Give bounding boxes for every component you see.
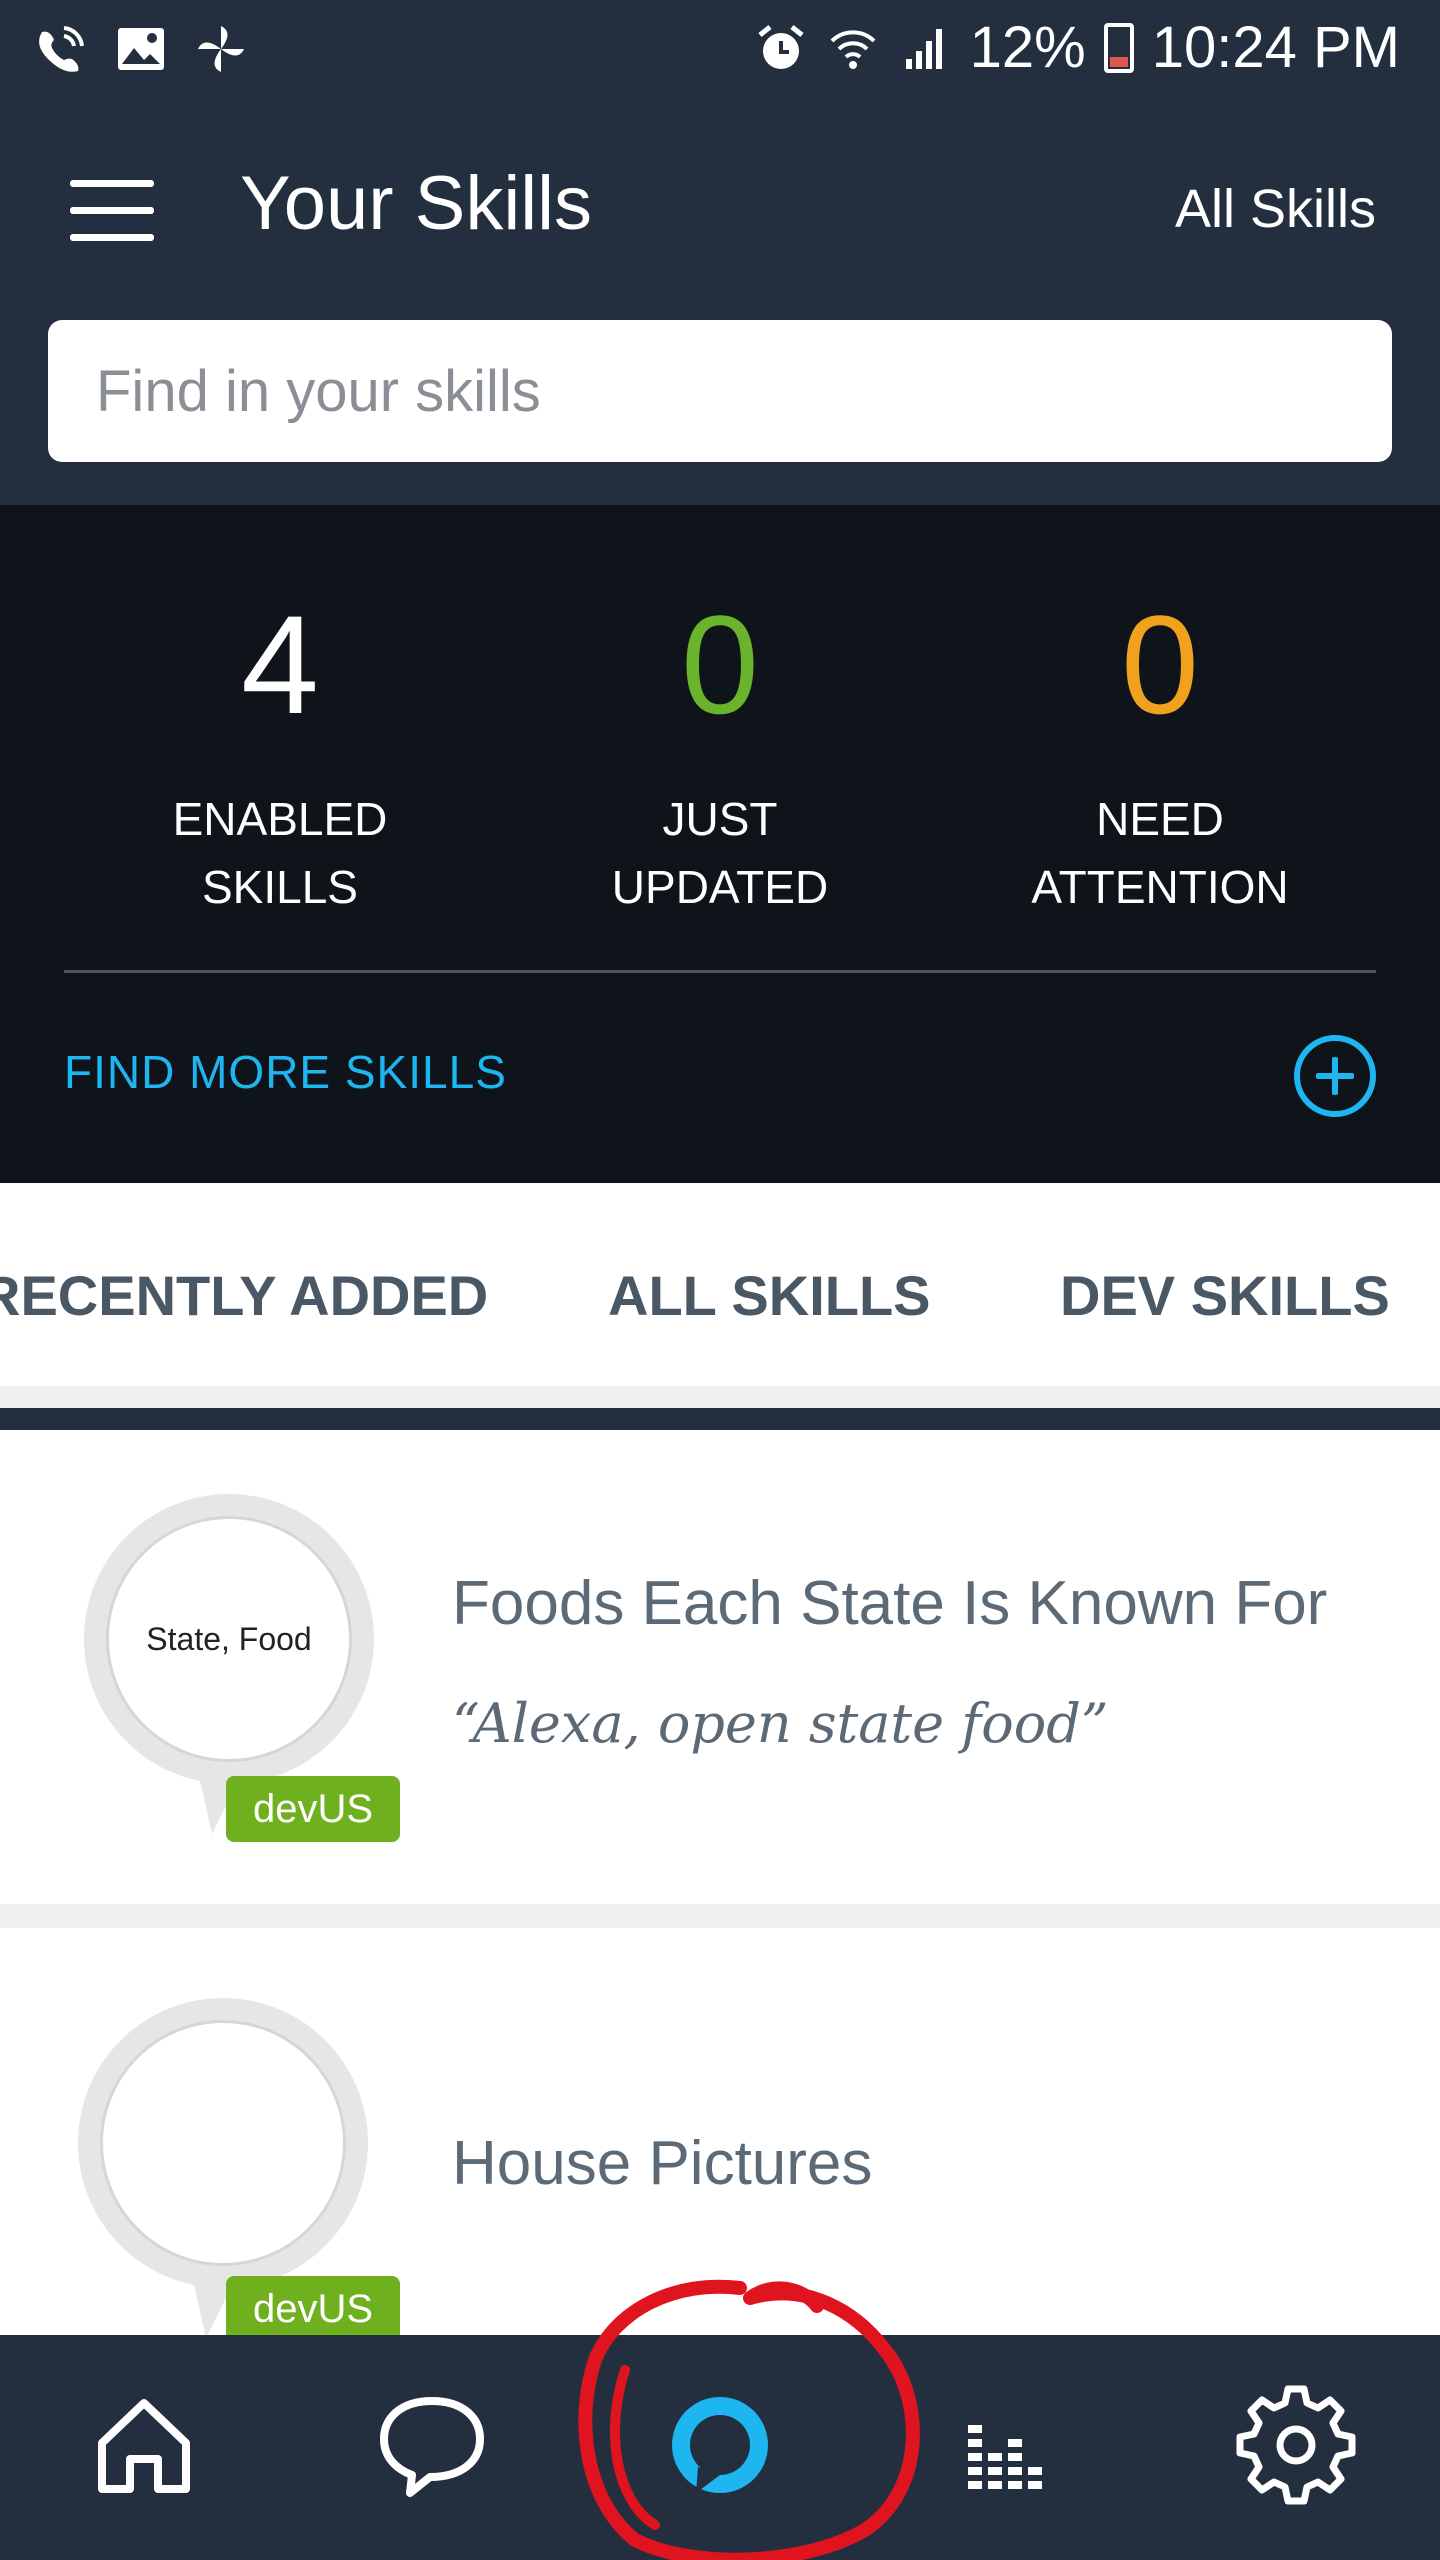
add-skill-plus-icon[interactable] [1294, 1035, 1376, 1117]
skill-icon-text [100, 2020, 346, 2266]
skills-tabs: RECENTLY ADDED ALL SKILLS DEV SKILLS [0, 1183, 1440, 1408]
app-header: Your Skills All Skills [0, 100, 1440, 505]
page-title: Your Skills [240, 161, 593, 246]
stat-value: 0 [1121, 586, 1199, 743]
skill-icon-speech-bubble [78, 1998, 368, 2335]
stat-label: NEED ATTENTION [1031, 793, 1289, 913]
play-queue-icon[interactable] [948, 2385, 1068, 2505]
tab-selected-indicator [980, 1396, 1440, 1406]
stat-value: 0 [681, 586, 759, 743]
bottom-navigation [0, 2335, 1440, 2560]
skills-list: State, Food devUS Foods Each State Is Kn… [0, 1430, 1440, 2335]
battery-icon [1103, 22, 1134, 73]
pinwheel-icon [198, 26, 244, 72]
clock: 10:24 PM [1151, 15, 1400, 80]
skills-stats-panel: 4 ENABLED SKILLS 0 JUST UPDATED 0 NEED A… [0, 505, 1440, 1183]
skill-name: Foods Each State Is Known For [452, 1569, 1328, 1638]
stat-just-updated[interactable]: 0 JUST UPDATED [500, 585, 940, 921]
image-icon [118, 28, 164, 70]
wifi-call-icon [39, 26, 84, 72]
chat-icon[interactable] [372, 2385, 492, 2505]
find-more-skills-link[interactable]: FIND MORE SKILLS [64, 1045, 507, 1099]
stat-value: 4 [241, 586, 319, 743]
skill-name: House Pictures [452, 2129, 873, 2198]
status-bar: 12% 10:24 PM [0, 0, 1440, 100]
dev-badge: devUS [226, 1776, 400, 1842]
signal-icon [905, 28, 942, 69]
status-right: 12% 10:24 PM [754, 14, 1400, 81]
tab-all-skills[interactable]: ALL SKILLS [608, 1263, 931, 1328]
skill-icon-text: State, Food [106, 1516, 352, 1762]
skill-invocation-phrase: “Alexa, open state food” [452, 1692, 1109, 1755]
status-left-icons [34, 22, 248, 76]
stat-need-attention[interactable]: 0 NEED ATTENTION [940, 585, 1380, 921]
home-icon[interactable] [84, 2385, 204, 2505]
tab-recently-added[interactable]: RECENTLY ADDED [0, 1263, 488, 1328]
wifi-icon [830, 29, 876, 69]
stat-label: JUST UPDATED [611, 793, 829, 913]
skill-card-house-pictures[interactable]: devUS House Pictures [0, 1928, 1440, 2335]
tab-dev-skills[interactable]: DEV SKILLS [1060, 1263, 1390, 1328]
skill-icon-speech-bubble: State, Food [84, 1494, 374, 1834]
settings-icon[interactable] [1236, 2385, 1356, 2505]
stat-enabled-skills[interactable]: 4 ENABLED SKILLS [60, 585, 500, 921]
hamburger-menu-icon[interactable] [70, 180, 154, 241]
skill-card-foods-each-state[interactable]: State, Food devUS Foods Each State Is Kn… [0, 1430, 1440, 1904]
stat-label: ENABLED SKILLS [172, 793, 388, 913]
alexa-icon[interactable] [660, 2385, 780, 2505]
all-skills-link[interactable]: All Skills [1175, 178, 1376, 240]
alarm-icon [758, 24, 804, 69]
battery-percent: 12% [969, 15, 1086, 80]
dev-badge: devUS [226, 2276, 400, 2335]
search-input[interactable] [48, 320, 1392, 462]
divider [64, 970, 1376, 973]
